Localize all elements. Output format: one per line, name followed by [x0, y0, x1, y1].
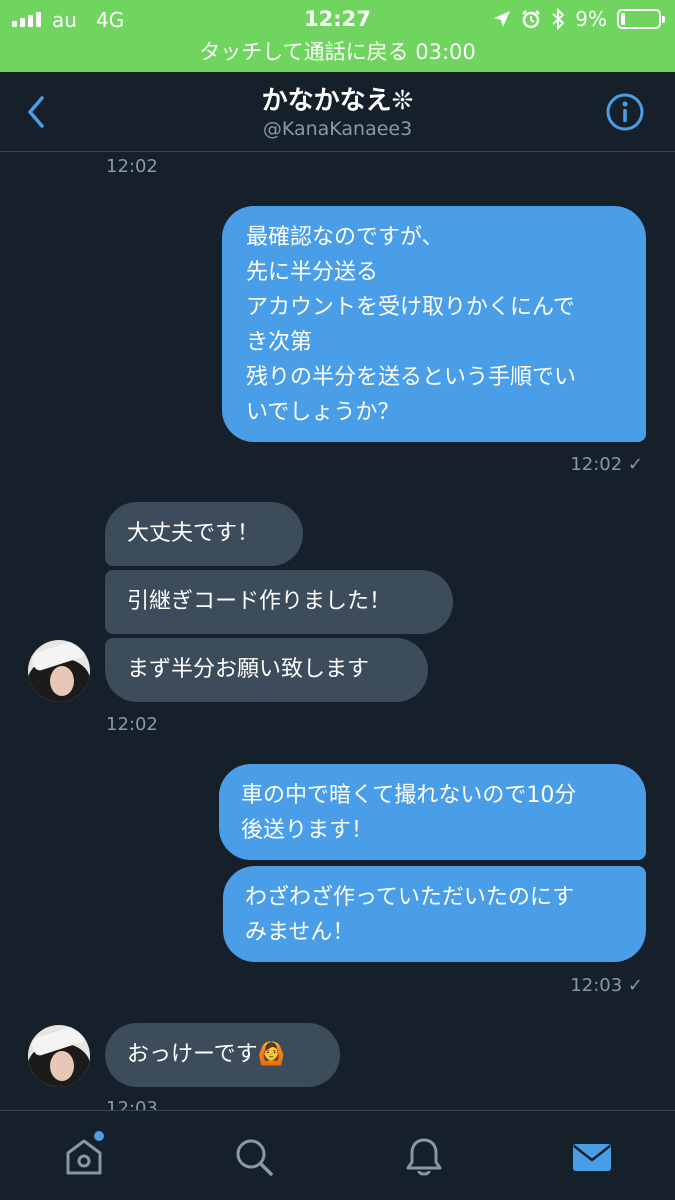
contact-name[interactable]: かなかなえ❊	[0, 80, 675, 117]
bell-icon[interactable]	[402, 1135, 446, 1179]
avatar[interactable]	[28, 640, 90, 702]
contact-handle[interactable]: @KanaKanaee3	[0, 118, 675, 140]
return-to-call-banner[interactable]: タッチして通話に戻る 03:00	[0, 36, 675, 66]
conversation-header: かなかなえ❊ @KanaKanaee3	[0, 72, 675, 152]
battery-icon	[617, 9, 665, 29]
alarm-icon	[522, 10, 541, 29]
received-message[interactable]: 大丈夫です！	[105, 502, 303, 566]
message-timestamp: 12:03	[106, 1098, 158, 1110]
message-timestamp: 12:03 ✓	[570, 975, 643, 996]
status-bar: au 4G 12:27 9% タッチして通話に戻る 03:00	[0, 0, 675, 72]
message-timestamp: 12:02	[106, 714, 158, 735]
info-button[interactable]	[605, 92, 645, 132]
battery-percent: 9%	[575, 7, 607, 31]
sent-message[interactable]: わざわざ作っていただいたのにす みません！	[223, 866, 646, 962]
received-message[interactable]: まず半分お願い致します	[105, 638, 428, 702]
bluetooth-icon	[552, 8, 565, 30]
mail-icon[interactable]	[570, 1135, 614, 1179]
message-timestamp: 12:02	[106, 156, 158, 177]
avatar[interactable]	[28, 1025, 90, 1087]
sent-message[interactable]: 車の中で暗くて撮れないので10分 後送ります！	[219, 764, 646, 860]
bottom-tab-bar	[0, 1110, 675, 1200]
notification-dot	[94, 1131, 104, 1141]
received-message[interactable]: おっけーです🙆	[105, 1023, 340, 1087]
received-message[interactable]: 引継ぎコード作りました！	[105, 570, 453, 634]
search-icon[interactable]	[232, 1135, 276, 1179]
message-timestamp: 12:02 ✓	[570, 454, 643, 475]
home-icon[interactable]	[62, 1135, 106, 1179]
location-icon	[494, 11, 511, 27]
sent-message[interactable]: 最確認なのですが、 先に半分送る アカウントを受け取りかくにんで き次第 残りの…	[222, 206, 646, 442]
